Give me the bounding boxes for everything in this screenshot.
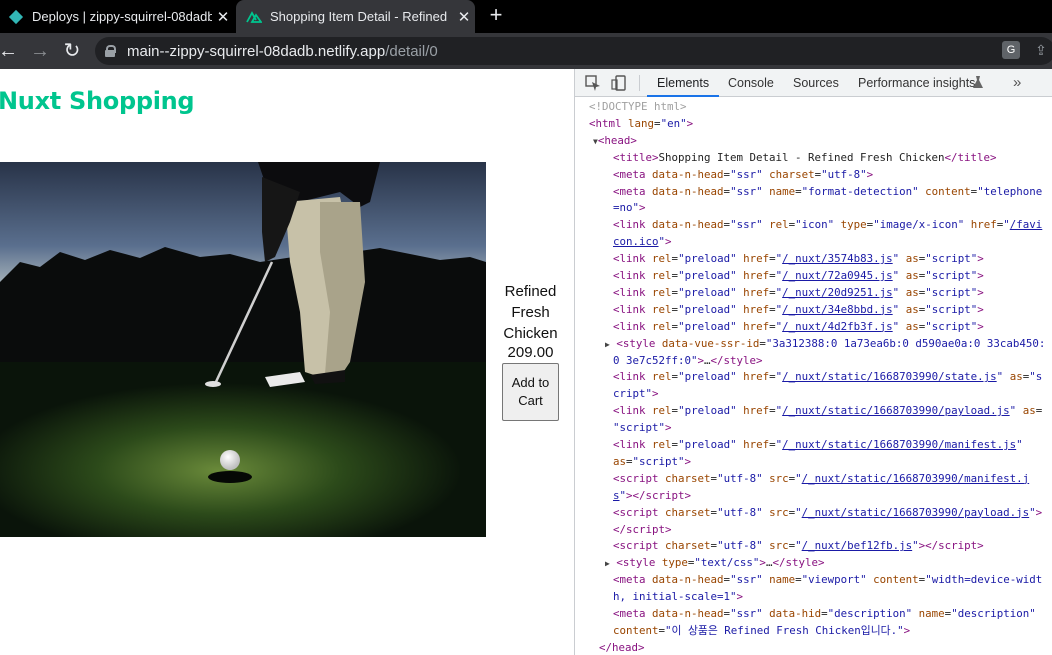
more-tabs-chevron-icon[interactable]: »	[1003, 69, 1031, 97]
dom-node-line[interactable]: as="script">	[613, 454, 691, 471]
lock-icon[interactable]	[105, 45, 116, 57]
browser-tab-netlify[interactable]: Deploys | zippy-squirrel-08dadb ✕	[0, 0, 234, 33]
tab-console[interactable]: Console	[718, 69, 784, 97]
dom-node-line[interactable]: ▶ <style data-vue-ssr-id="3a312388:0 1a7…	[605, 336, 1045, 354]
tab-title: Deploys | zippy-squirrel-08dadb	[32, 9, 212, 24]
tab-elements[interactable]: Elements	[647, 69, 720, 97]
dom-node-line[interactable]: <link rel="preload" href="/_nuxt/20d9251…	[613, 285, 984, 302]
dom-node-line[interactable]: <script charset="utf-8" src="/_nuxt/bef1…	[613, 538, 984, 555]
dom-node-line[interactable]: <link rel="preload" href="/_nuxt/static/…	[613, 437, 1023, 454]
devtools-panel: Elements Console Sources Performance ins…	[574, 69, 1052, 655]
dom-node-line[interactable]: </head>	[599, 640, 645, 655]
translate-icon[interactable]: G	[1002, 41, 1020, 59]
url-host: main--zippy-squirrel-08dadb.netlify.app	[127, 42, 386, 60]
dom-node-line[interactable]: <link rel="preload" href="/_nuxt/4d2fb3f…	[613, 319, 984, 336]
brand-title[interactable]: Nuxt Shopping	[0, 87, 195, 115]
url-path: /detail/0	[385, 42, 438, 60]
dom-node-line[interactable]: cript">	[613, 386, 659, 403]
page-viewport: Nuxt Shopping Refined Fresh Chicken 209.…	[0, 69, 574, 655]
tab-title: Shopping Item Detail - Refined	[270, 9, 448, 24]
share-icon[interactable]: ⇪	[1032, 41, 1050, 59]
dom-node-line[interactable]: h, initial-scale=1">	[613, 589, 743, 606]
dom-node-line[interactable]: ▼<head>	[593, 133, 637, 151]
back-arrow-icon[interactable]: ←	[0, 39, 20, 63]
tab-sources[interactable]: Sources	[783, 69, 849, 97]
dom-node-line[interactable]: <link rel="preload" href="/_nuxt/static/…	[613, 369, 1042, 386]
dom-node-line[interactable]: <link rel="preload" href="/_nuxt/34e8bbd…	[613, 302, 984, 319]
product-name: Refined Fresh Chicken	[503, 283, 558, 342]
dom-node-line[interactable]: <link rel="preload" href="/_nuxt/static/…	[613, 403, 1042, 420]
add-to-cart-button[interactable]: Add to Cart	[502, 363, 559, 421]
dom-node-line[interactable]: <html lang="en">	[589, 116, 693, 133]
dom-node-line[interactable]: <!DOCTYPE html>	[589, 99, 687, 116]
dom-node-line[interactable]: ▶ <style type="text/css">…</style>	[605, 555, 824, 573]
dom-node-line[interactable]: <meta data-n-head="ssr" charset="utf-8">	[613, 167, 873, 184]
device-toolbar-icon[interactable]	[610, 74, 628, 92]
new-tab-icon[interactable]: +	[484, 4, 508, 28]
devtools-toolbar: Elements Console Sources Performance ins…	[575, 69, 1052, 97]
close-tab-icon[interactable]: ✕	[212, 8, 234, 26]
dom-node-line[interactable]: <link data-n-head="ssr" rel="icon" type=…	[613, 217, 1042, 234]
dom-node-line[interactable]: <title>Shopping Item Detail - Refined Fr…	[613, 150, 997, 167]
golf-putting-photo	[0, 162, 486, 537]
dom-node-line[interactable]: <link rel="preload" href="/_nuxt/72a0945…	[613, 268, 984, 285]
dom-node-line[interactable]: =no">	[613, 200, 646, 217]
reload-icon[interactable]: ↻	[60, 39, 84, 63]
browser-tab-strip: Deploys | zippy-squirrel-08dadb ✕ Shoppi…	[0, 0, 1052, 33]
dom-node-line[interactable]: <script charset="utf-8" src="/_nuxt/stat…	[613, 505, 1042, 522]
product-image	[0, 162, 486, 537]
dom-node-line[interactable]: content="이 상품은 Refined Fresh Chicken입니다.…	[613, 623, 910, 640]
inspect-element-icon[interactable]	[584, 74, 602, 92]
dom-node-line[interactable]: s"></script>	[613, 488, 691, 505]
elements-dom-tree: <!DOCTYPE html> <html lang="en"> ▼<head> <t…	[575, 99, 1052, 655]
dom-node-line[interactable]: "script">	[613, 420, 672, 437]
browser-tab-shopping-detail[interactable]: Shopping Item Detail - Refined ✕	[236, 0, 475, 33]
close-tab-icon[interactable]: ✕	[453, 8, 475, 26]
netlify-diamond-icon	[8, 9, 24, 24]
browser-toolbar: ← → ↻ main--zippy-squirrel-08dadb.netlif…	[0, 33, 1052, 69]
forward-arrow-icon[interactable]: →	[28, 39, 52, 63]
dom-node-line[interactable]: </script>	[613, 522, 672, 539]
dom-node-line[interactable]: <meta data-n-head="ssr" name="viewport" …	[613, 572, 1042, 589]
dom-node-line[interactable]: <meta data-n-head="ssr" data-hid="descri…	[613, 606, 1036, 623]
dom-node-line[interactable]: con.ico">	[613, 234, 672, 251]
nuxt-icon	[246, 10, 262, 23]
dom-node-line[interactable]: <meta data-n-head="ssr" name="format-det…	[613, 184, 1042, 201]
dom-node-line[interactable]: 0 3e7c52ff:0">…</style>	[613, 353, 763, 370]
address-bar[interactable]: main--zippy-squirrel-08dadb.netlify.app /…	[95, 37, 1052, 65]
experiment-flask-icon	[973, 76, 983, 88]
tab-performance-insights[interactable]: Performance insights	[848, 69, 985, 97]
product-price: 209.00	[507, 344, 554, 361]
dom-node-line[interactable]: <script charset="utf-8" src="/_nuxt/stat…	[613, 471, 1029, 488]
dom-node-line[interactable]: <link rel="preload" href="/_nuxt/3574b83…	[613, 251, 984, 268]
toolbar-divider	[639, 75, 640, 91]
